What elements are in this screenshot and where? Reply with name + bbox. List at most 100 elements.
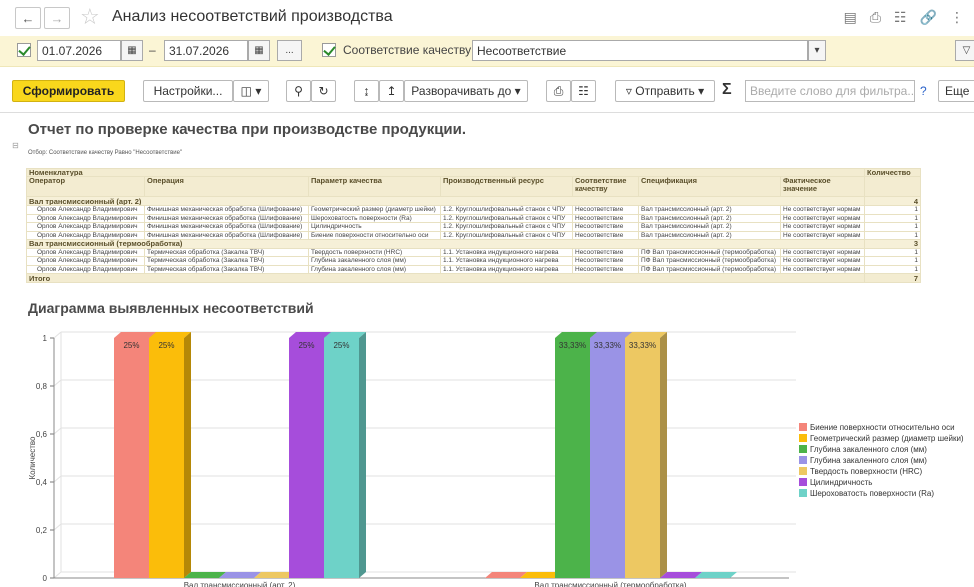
filter-search-input[interactable]: Введите слово для фильтра...: [745, 80, 915, 102]
table-row[interactable]: Орлов Александр Владимирович Термическая …: [26, 256, 921, 266]
date-to-input[interactable]: 31.07.2026: [164, 40, 248, 61]
data-label: 25%: [298, 341, 314, 350]
expand-all-button[interactable]: ↥: [379, 80, 404, 102]
period-checkbox[interactable]: [17, 43, 31, 57]
settings-button[interactable]: Настройки...: [143, 80, 233, 102]
group-qty: 4: [864, 196, 921, 207]
bar-top: [149, 332, 191, 338]
period-select-button[interactable]: ...: [277, 40, 302, 61]
forward-button[interactable]: →: [44, 7, 70, 29]
bar-top: [695, 572, 737, 578]
calendar-to-button[interactable]: ▦: [248, 40, 270, 61]
bar-top: [289, 332, 331, 338]
chevron-down-icon: ▾: [514, 84, 521, 98]
find-next-icon: ↻: [318, 84, 329, 98]
cell-resource: 1.2. Круглошлифовальный станок с ЧПУ: [440, 205, 573, 215]
x-tick-label: Вал трансмиссионный (арт. 2): [184, 581, 296, 587]
quality-label: Соответствие качеству:: [343, 43, 475, 57]
report-filter: Отбор: Соответствие качеству Равно "Несо…: [28, 150, 183, 156]
favorite-star-icon[interactable]: ☆: [80, 4, 100, 30]
table-row[interactable]: Орлов Александр Владимирович Финишная мех…: [26, 205, 921, 215]
cell-qty: 1: [864, 213, 921, 224]
gridline-diag: [53, 331, 62, 339]
print-button[interactable]: ⎙: [546, 80, 571, 102]
collapse-marker-icon[interactable]: ⊟: [12, 141, 19, 150]
header-quantity: Количество: [864, 167, 921, 178]
bar: [555, 338, 590, 578]
cell-parameter: Глубина закаленного слоя (мм): [308, 264, 441, 275]
find-button[interactable]: ⚲: [286, 80, 311, 102]
total-row: Итого 7: [26, 273, 921, 284]
cell-conformity: Несоответствие: [572, 264, 639, 275]
gridline-diag: [53, 571, 62, 579]
cell-resource: 1.2. Круглошлифовальный станок с ЧПУ: [440, 222, 573, 232]
date-from-input[interactable]: 01.07.2026: [37, 40, 121, 61]
more-icon[interactable]: ⋮: [950, 9, 964, 26]
data-label: 33,33%: [559, 341, 586, 350]
filter-button[interactable]: ▽: [955, 40, 974, 61]
collapse-button[interactable]: ↨: [354, 80, 379, 102]
cell-actual: Не соответствует нормам: [780, 264, 865, 275]
variant-button[interactable]: ◫ ▾: [233, 80, 269, 102]
save-icon[interactable]: ▤: [844, 9, 857, 26]
table-header-nomenclature-row: Номенклатура Количество: [26, 167, 921, 178]
calendar-icon: ▦: [127, 45, 137, 56]
preview-icon: ☷: [578, 84, 589, 98]
legend-entry: Биение поверхности относительно оси: [810, 423, 955, 432]
expand-to-button[interactable]: Разворачивать до ▾: [404, 80, 528, 102]
cell-operator: Орлов Александр Владимирович: [26, 230, 145, 241]
back-button[interactable]: ←: [15, 7, 41, 29]
quality-checkbox[interactable]: [322, 43, 336, 57]
table-row[interactable]: Орлов Александр Владимирович Финишная мех…: [26, 230, 921, 241]
bar-top: [184, 572, 226, 578]
header-resource: Производственный ресурс: [440, 176, 573, 198]
bar-top: [485, 572, 527, 578]
y-tick-label: 0: [43, 574, 48, 583]
cell-actual: Не соответствует нормам: [780, 256, 865, 266]
cell-qty: 1: [864, 256, 921, 266]
cell-operator: Орлов Александр Владимирович: [26, 222, 145, 232]
table-row[interactable]: Орлов Александр Владимирович Финишная мех…: [26, 222, 921, 232]
bar-top: [555, 332, 597, 338]
legend-swatch: [799, 434, 807, 442]
table-row[interactable]: Орлов Александр Владимирович Термическая …: [26, 264, 921, 275]
bar-top: [114, 332, 156, 338]
group-name: Вал трансмиссионный (термообработка): [26, 239, 865, 250]
collapse-icon: ↨: [363, 84, 370, 98]
table-row[interactable]: Орлов Александр Владимирович Финишная мех…: [26, 213, 921, 224]
header-operator: Оператор: [26, 176, 145, 198]
calendar-from-button[interactable]: ▦: [121, 40, 143, 61]
cell-actual: Не соответствует нормам: [780, 205, 865, 215]
cell-parameter: Геометрический размер (диаметр шейки): [308, 205, 441, 215]
send-label: Отправить: [635, 84, 695, 98]
group-row[interactable]: Вал трансмиссионный (арт. 2) 4: [26, 196, 921, 207]
preview-icon[interactable]: ☷: [894, 9, 907, 26]
find-next-button[interactable]: ↻: [311, 80, 336, 102]
cell-actual: Не соответствует нормам: [780, 230, 865, 241]
data-label: 25%: [333, 341, 349, 350]
header-actual: Фактическое значение: [780, 176, 865, 198]
help-link[interactable]: ?: [920, 84, 927, 98]
sum-button[interactable]: Σ: [722, 81, 732, 99]
group-row[interactable]: Вал трансмиссионный (термообработка) 3: [26, 239, 921, 250]
quality-dropdown-button[interactable]: ▾: [808, 40, 826, 61]
chevron-down-icon: ▾: [698, 84, 705, 98]
send-button[interactable]: ▿ Отправить ▾: [615, 80, 715, 102]
cell-parameter: Цилиндричность: [308, 222, 441, 232]
x-tick-label: Вал трансмиссионный (термообработка): [534, 581, 686, 587]
quality-input[interactable]: Несоответствие: [472, 40, 808, 61]
table-row[interactable]: Орлов Александр Владимирович Термическая …: [26, 248, 921, 258]
preview-button[interactable]: ☷: [571, 80, 596, 102]
data-label: 33,33%: [594, 341, 621, 350]
cell-spec: Вал трансмиссионный (арт. 2): [638, 205, 781, 215]
print-icon[interactable]: ⎙: [870, 9, 881, 26]
generate-button[interactable]: Сформировать: [12, 80, 125, 102]
link-icon[interactable]: 🔗: [920, 9, 937, 26]
cell-operator: Орлов Александр Владимирович: [26, 264, 145, 275]
cell-actual: Не соответствует нормам: [780, 213, 865, 224]
printer-icon: ⎙: [553, 83, 564, 98]
cell-conformity: Несоответствие: [572, 222, 639, 232]
cell-qty: 1: [864, 222, 921, 232]
more-button[interactable]: Еще: [938, 80, 974, 102]
cell-operation: Термическая обработка (Закалка ТВЧ): [144, 248, 309, 258]
